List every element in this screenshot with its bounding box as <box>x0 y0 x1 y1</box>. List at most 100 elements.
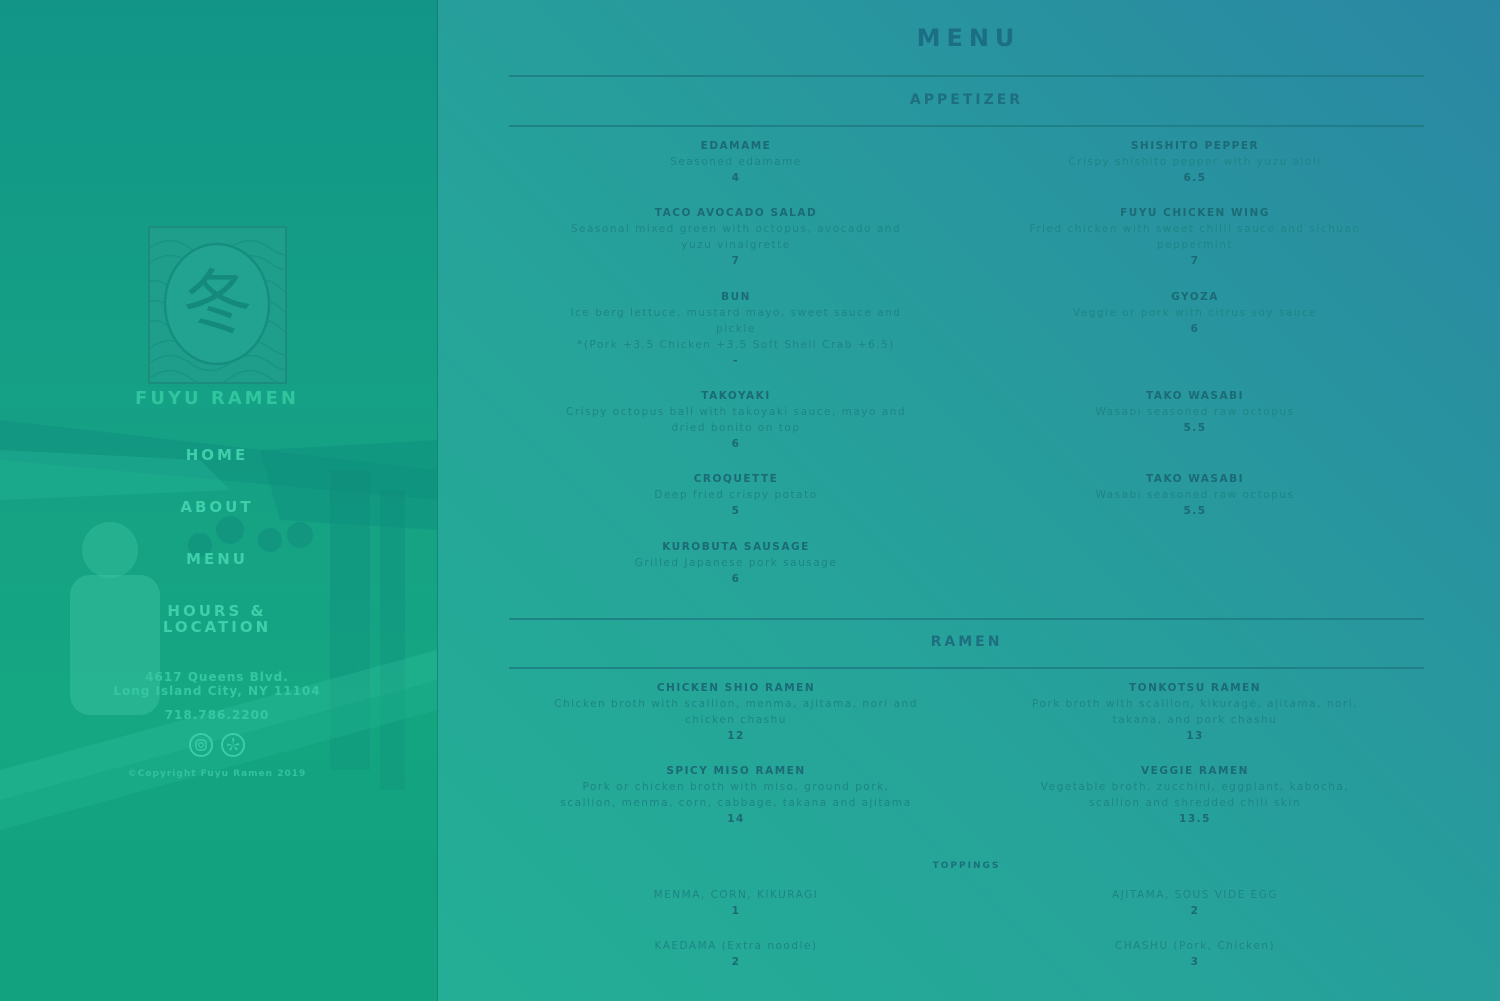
item-price: 5.5 <box>1183 422 1207 434</box>
brand-name: FUYU RAMEN <box>135 388 299 409</box>
item-name: TAKOYAKI <box>701 390 771 402</box>
nav-menu-label: MENU <box>186 550 248 568</box>
nav-location-label: LOCATION <box>162 618 272 636</box>
address-line2: Long Island City, NY 11104 <box>113 684 321 698</box>
item-desc: Deep fried crispy potato <box>654 489 818 501</box>
item-name: CHICKEN SHIO RAMEN <box>656 682 816 694</box>
topping-item: AJITAMA, SOUS VIDE EGG 2 <box>1013 887 1377 919</box>
menu-item: BUN Ice berg lettuce, mustard mayo, swee… <box>553 289 919 369</box>
topping-item: CHASHU (Pork, Chicken) 3 <box>1013 938 1377 970</box>
logo-glyph: 冬 <box>182 262 253 344</box>
instagram-glyph <box>195 739 207 751</box>
item-name: SPICY MISO RAMEN <box>666 765 806 777</box>
item-name: TACO AVOCADO SALAD <box>654 207 818 219</box>
item-name: MENMA, CORN, KIKURAGI <box>653 889 819 901</box>
address: 4617 Queens Blvd. Long Island City, NY 1… <box>0 670 434 698</box>
item-name: SHISHITO PEPPER <box>1130 140 1260 152</box>
item-price: 7 <box>731 255 741 267</box>
nav-home-label: HOME <box>185 446 249 464</box>
item-desc: Pork broth with scallion, kikurage, ajit… <box>1032 698 1358 726</box>
item-price: 6 <box>1190 323 1200 335</box>
item-name: FUYU CHICKEN WING <box>1120 207 1270 219</box>
divider <box>509 618 1424 620</box>
item-name: TAKO WASABI <box>1145 390 1245 402</box>
item-price: 4 <box>731 172 741 184</box>
nav-menu[interactable]: MENU <box>0 551 434 567</box>
item-name: VEGGIE RAMEN <box>1141 765 1249 777</box>
item-price: 6.5 <box>1183 172 1207 184</box>
section-title-ramen: RAMEN <box>930 634 1003 650</box>
item-desc: Pork or chicken broth with miso, ground … <box>560 781 912 809</box>
topping-item: KAEDAMA (Extra noodle) 2 <box>553 938 919 970</box>
item-price: 5 <box>731 505 741 517</box>
phone[interactable]: 718.786.2200 <box>0 708 434 722</box>
item-price: 2 <box>731 956 741 968</box>
sidebar: 冬 FUYU RAMEN HOME ABOUT MENU HOURS & LOC… <box>0 0 438 1001</box>
menu-item: TAKOYAKI Crispy octopus ball with takoya… <box>553 388 919 452</box>
item-price: 6 <box>731 438 741 450</box>
item-name: CROQUETTE <box>693 473 779 485</box>
item-name: EDAMAME <box>700 140 772 152</box>
menu-item: TONKOTSU RAMEN Pork broth with scallion,… <box>1013 680 1377 744</box>
section-title-appetizer: APPETIZER <box>909 92 1024 108</box>
yelp-icon[interactable] <box>221 733 245 757</box>
menu-item: VEGGIE RAMEN Vegetable broth, zucchini, … <box>1013 763 1377 827</box>
menu-item: CHICKEN SHIO RAMEN Chicken broth with sc… <box>553 680 919 744</box>
item-desc: Ice berg lettuce, mustard mayo, sweet sa… <box>570 307 902 335</box>
item-desc: Wasabi seasoned raw octopus <box>1095 489 1295 501</box>
item-name: AJITAMA, SOUS VIDE EGG <box>1112 889 1278 901</box>
divider <box>509 75 1424 77</box>
item-desc: Fried chicken with sweet chilli sauce an… <box>1029 223 1361 251</box>
instagram-icon[interactable] <box>189 733 213 757</box>
nav-home[interactable]: HOME <box>0 447 434 463</box>
item-price: - <box>733 355 739 367</box>
item-desc: Veggie or pork with citrus soy sauce <box>1072 307 1318 319</box>
item-price: 5.5 <box>1183 505 1207 517</box>
menu-item: SHISHITO PEPPER Crispy shishito pepper w… <box>1013 138 1377 186</box>
item-desc: Seasonal mixed green with octopus, avoca… <box>570 223 902 251</box>
item-desc: Chicken broth with scallion, menma, ajit… <box>554 698 918 726</box>
item-desc-extra: *(Pork +3.5 Chicken +3.5 Soft Shell Crab… <box>577 339 895 351</box>
divider <box>509 667 1424 669</box>
item-name: KUROBUTA SAUSAGE <box>662 541 810 553</box>
page-title: MENU <box>916 24 1021 52</box>
menu-item: TAKO WASABI Wasabi seasoned raw octopus … <box>1013 388 1377 436</box>
divider <box>509 125 1424 127</box>
nav-about[interactable]: ABOUT <box>0 499 434 515</box>
yelp-glyph <box>227 738 240 751</box>
item-desc: Crispy octopus ball with takoyaki sauce,… <box>565 406 907 434</box>
address-line1: 4617 Queens Blvd. <box>145 670 289 684</box>
item-name: TONKOTSU RAMEN <box>1129 682 1261 694</box>
nav-hours-location[interactable]: HOURS & LOCATION <box>0 603 434 635</box>
item-price: 13.5 <box>1179 813 1211 825</box>
item-price: 13 <box>1186 730 1204 742</box>
item-price: 7 <box>1190 255 1200 267</box>
item-price: 1 <box>731 905 741 917</box>
item-price: 14 <box>727 813 745 825</box>
menu-item: GYOZA Veggie or pork with citrus soy sau… <box>1013 289 1377 337</box>
menu-item: TAKO WASABI Wasabi seasoned raw octopus … <box>1013 471 1377 519</box>
section-title-toppings: TOPPINGS <box>932 861 1001 871</box>
nav-hours-label: HOURS & <box>167 602 267 620</box>
item-price: 6 <box>731 573 741 585</box>
menu-item: CROQUETTE Deep fried crispy potato 5 <box>553 471 919 519</box>
nav-about-label: ABOUT <box>180 498 254 516</box>
item-price: 12 <box>727 730 745 742</box>
item-name: KAEDAMA (Extra noodle) <box>654 940 818 952</box>
menu-item: FUYU CHICKEN WING Fried chicken with swe… <box>1013 205 1377 269</box>
logo[interactable]: 冬 <box>148 226 287 384</box>
item-desc: Seasoned edamame <box>670 156 802 168</box>
copyright: ©Copyright Fuyu Ramen 2019 <box>127 769 307 779</box>
item-name: BUN <box>721 291 751 303</box>
item-desc: Wasabi seasoned raw octopus <box>1095 406 1295 418</box>
item-desc: Grilled Japanese pork sausage <box>634 557 838 569</box>
item-name: GYOZA <box>1171 291 1219 303</box>
item-desc: Vegetable broth, zucchini, eggplant, kab… <box>1040 781 1350 809</box>
item-name: CHASHU (Pork, Chicken) <box>1114 940 1276 952</box>
item-price: 3 <box>1190 956 1200 968</box>
item-price: 2 <box>1190 905 1200 917</box>
topping-item: MENMA, CORN, KIKURAGI 1 <box>553 887 919 919</box>
item-desc: Crispy shishito pepper with yuzu aioli <box>1068 156 1322 168</box>
menu-item: EDAMAME Seasoned edamame 4 <box>553 138 919 186</box>
item-name: TAKO WASABI <box>1145 473 1245 485</box>
